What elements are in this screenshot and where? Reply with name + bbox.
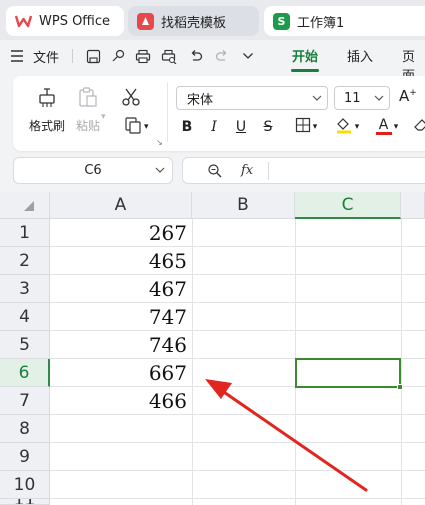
annotation-arrow bbox=[205, 379, 368, 492]
